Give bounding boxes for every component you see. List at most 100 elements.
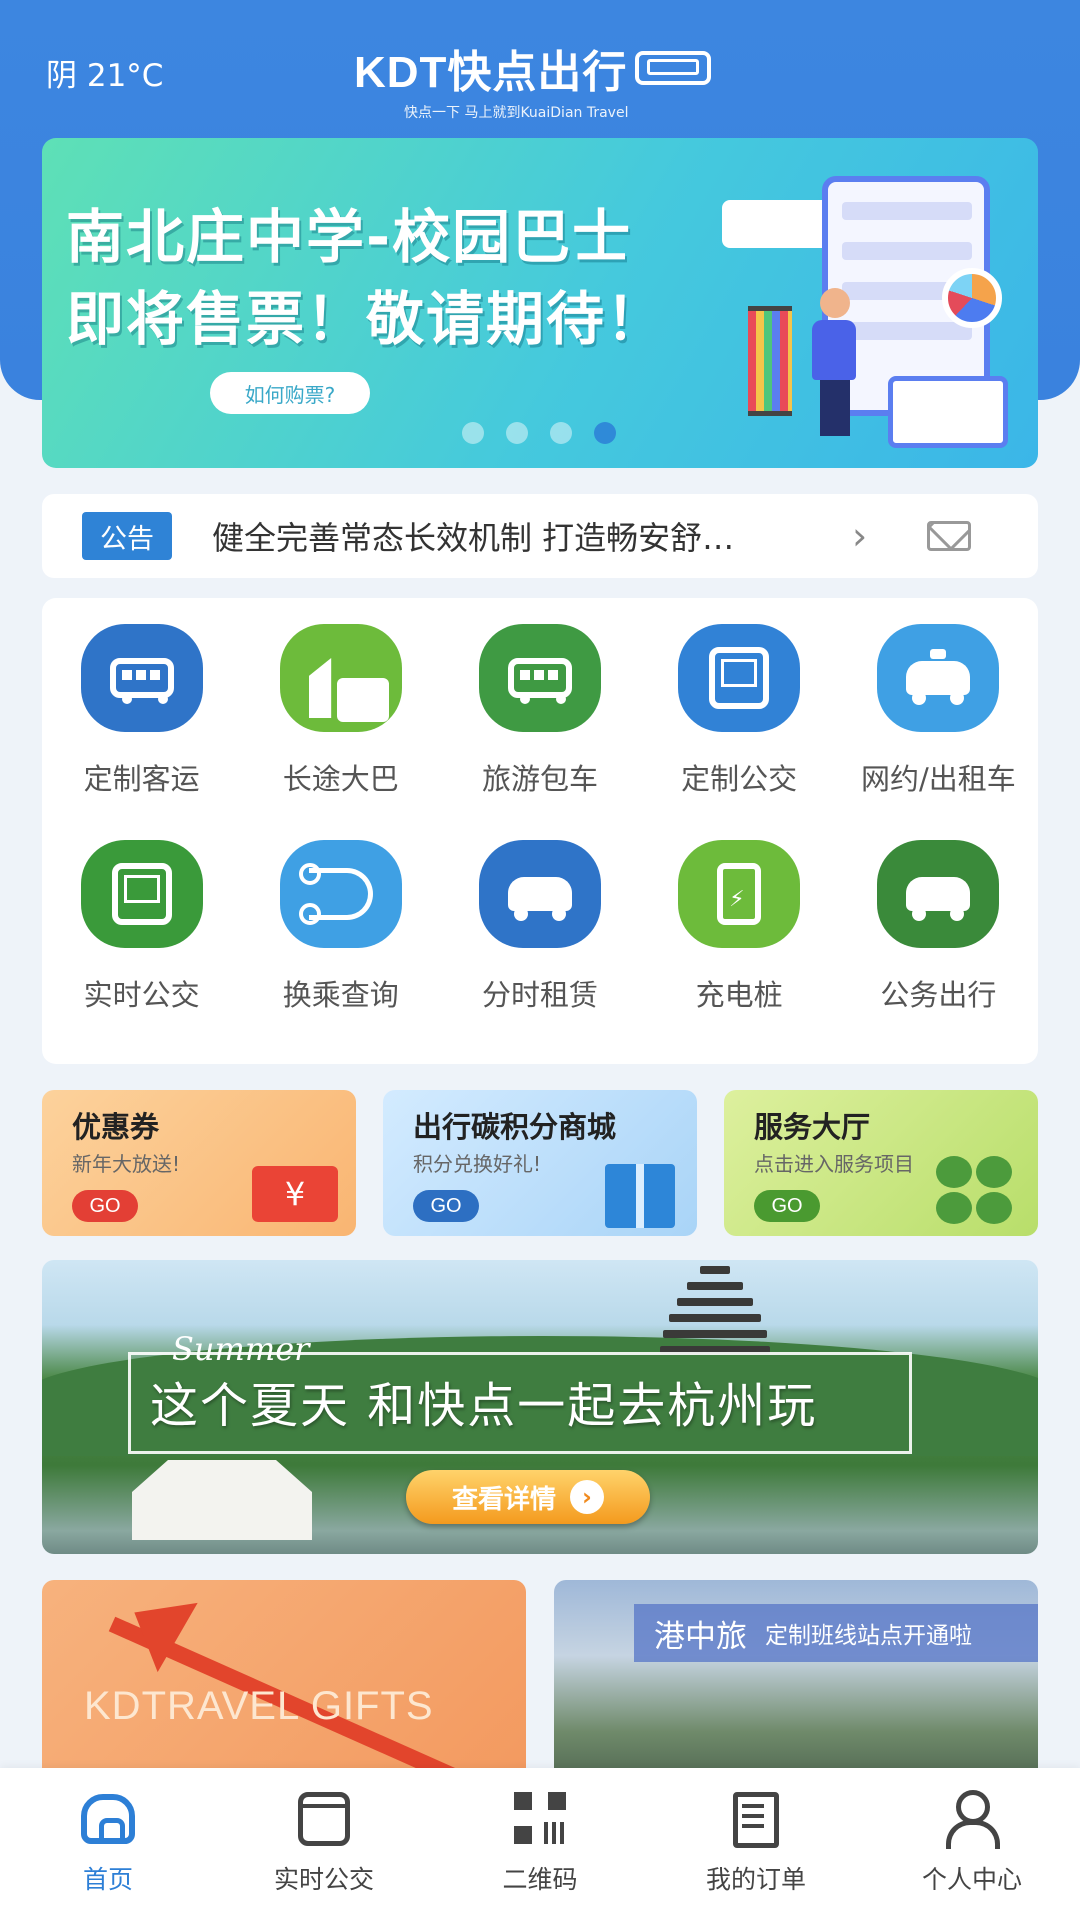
gift-icon <box>605 1164 675 1228</box>
chevron-right-icon[interactable]: › <box>852 514 867 558</box>
monitor-illustration <box>888 376 1008 448</box>
promo-title: 优惠券 <box>72 1110 160 1144</box>
service-custom-bus[interactable]: 定制公交 <box>640 624 839 798</box>
home-icon <box>78 1790 138 1848</box>
tab-label: 实时公交 <box>273 1865 374 1894</box>
taxi-icon <box>877 624 1000 732</box>
promo-banner-carousel[interactable]: 南北庄中学-校园巴士 即将售票！敬请期待！ 如何购票? <box>42 138 1038 468</box>
charter-bus-icon <box>478 624 601 732</box>
tab-label: 个人中心 <box>921 1865 1022 1894</box>
summer-headline: 这个夏天 和快点一起去杭州玩 <box>150 1378 818 1434</box>
charging-pile-icon <box>678 840 801 948</box>
city-bus-icon <box>279 624 402 732</box>
tab-label: 首页 <box>82 1865 133 1894</box>
realtime-bus-icon <box>80 840 203 948</box>
tab-label: 二维码 <box>502 1865 578 1894</box>
tab-label: 我的订单 <box>705 1865 806 1894</box>
carousel-dot[interactable] <box>462 422 484 444</box>
tab-realtime-bus[interactable]: 实时公交 <box>216 1768 432 1920</box>
houses-scenery <box>132 1460 312 1540</box>
promo-coupon-card[interactable]: 优惠券 新年大放送! GO ¥ <box>42 1090 356 1236</box>
service-label: 分时租赁 <box>481 978 598 1012</box>
person-illustration <box>812 288 858 438</box>
service-label: 换乘查询 <box>282 978 399 1012</box>
tab-home[interactable]: 首页 <box>0 1768 216 1920</box>
promo-carbon-mall-card[interactable]: 出行碳积分商城 积分兑换好礼! GO <box>383 1090 697 1236</box>
gangzhonglv-title: 港中旅 <box>654 1618 747 1655</box>
service-long-distance-bus[interactable]: 长途大巴 <box>241 624 440 798</box>
services-grid: 定制客运 长途大巴 旅游包车 定制公交 网约/出租车 实时公交 换乘查询 分时租… <box>42 624 1038 1014</box>
summer-hangzhou-banner[interactable]: Summer 这个夏天 和快点一起去杭州玩 查看详情 › <box>42 1260 1038 1554</box>
carousel-dot[interactable] <box>550 422 572 444</box>
user-icon <box>942 1790 1002 1848</box>
tab-my-orders[interactable]: 我的订单 <box>648 1768 864 1920</box>
gifts-card[interactable]: KDTRAVEL GIFTS <box>42 1580 526 1770</box>
service-car-rental[interactable]: 分时租赁 <box>440 840 639 1014</box>
banner-subheadline: 即将售票！敬请期待！ <box>66 285 667 353</box>
view-details-label: 查看详情 <box>451 1484 556 1515</box>
go-button[interactable]: GO <box>72 1190 138 1222</box>
logo-text: KDT快点出行 <box>354 48 628 97</box>
bottom-tab-bar: 首页 实时公交 二维码 我的订单 个人中心 <box>0 1768 1080 1920</box>
chevron-right-icon: › <box>570 1480 604 1514</box>
carousel-dot-active[interactable] <box>594 422 616 444</box>
promo-subtitle: 新年大放送! <box>72 1152 181 1176</box>
service-custom-passenger[interactable]: 定制客运 <box>42 624 241 798</box>
services-grid-card: 定制客运 长途大巴 旅游包车 定制公交 网约/出租车 实时公交 换乘查询 分时租… <box>42 598 1038 1064</box>
car-rental-icon <box>478 840 601 948</box>
service-label: 旅游包车 <box>481 762 598 796</box>
bus-icon <box>294 1790 354 1848</box>
qr-code-icon <box>510 1790 570 1848</box>
bus-icon <box>80 624 203 732</box>
promo-subtitle: 积分兑换好礼! <box>413 1152 542 1176</box>
service-label: 定制客运 <box>83 762 200 796</box>
promo-title: 服务大厅 <box>754 1110 871 1144</box>
order-icon <box>726 1790 786 1848</box>
carousel-dots <box>462 422 616 444</box>
tab-qr-code[interactable]: 二维码 <box>432 1768 648 1920</box>
notice-text[interactable]: 健全完善常态长效机制 打造畅安舒… <box>212 513 812 559</box>
gangzhonglv-subtitle: 定制班线站点开通啦 <box>765 1623 972 1649</box>
carousel-dot[interactable] <box>506 422 528 444</box>
pie-chart-illustration <box>942 268 1002 328</box>
service-label: 充电桩 <box>695 978 783 1012</box>
gangzhonglv-band: 港中旅 定制班线站点开通啦 <box>634 1604 1038 1662</box>
route-icon <box>279 840 402 948</box>
promo-service-hall-card[interactable]: 服务大厅 点击进入服务项目 GO <box>724 1090 1038 1236</box>
mail-icon[interactable] <box>927 521 972 551</box>
service-charging-pile[interactable]: 充电桩 <box>640 840 839 1014</box>
logo-slogan: 快点一下 马上就到KuaiDian Travel <box>404 105 629 121</box>
service-label: 定制公交 <box>681 762 798 796</box>
notice-tag: 公告 <box>82 512 172 560</box>
promo-title: 出行碳积分商城 <box>413 1110 617 1144</box>
service-label: 公务出行 <box>880 978 997 1012</box>
bookshelf-illustration <box>748 306 792 416</box>
pagoda-scenery <box>660 1266 770 1366</box>
service-taxi[interactable]: 网约/出租车 <box>839 624 1038 798</box>
service-tour-charter[interactable]: 旅游包车 <box>440 624 639 798</box>
service-label: 网约/出租车 <box>860 762 1016 796</box>
custom-bus-icon <box>678 624 801 732</box>
coupon-icon: ¥ <box>252 1166 338 1222</box>
service-realtime-bus[interactable]: 实时公交 <box>42 840 241 1014</box>
tab-profile[interactable]: 个人中心 <box>864 1768 1080 1920</box>
go-button[interactable]: GO <box>413 1190 479 1222</box>
gifts-card-text: KDTRAVEL GIFTS <box>84 1684 434 1728</box>
summer-script-text: Summer <box>172 1330 310 1368</box>
service-label: 实时公交 <box>83 978 200 1012</box>
bus-logo-icon <box>635 51 712 85</box>
go-button[interactable]: GO <box>754 1190 820 1222</box>
weather-label: 阴 21°C <box>46 58 164 94</box>
promo-subtitle: 点击进入服务项目 <box>754 1152 914 1176</box>
view-details-button[interactable]: 查看详情 › <box>406 1470 650 1524</box>
gangzhonglv-card[interactable]: 港中旅 定制班线站点开通啦 <box>554 1580 1038 1770</box>
banner-headline: 南北庄中学-校园巴士 <box>66 203 633 271</box>
service-official-travel[interactable]: 公务出行 <box>839 840 1038 1014</box>
service-transfer-query[interactable]: 换乘查询 <box>241 840 440 1014</box>
car-icon <box>877 840 1000 948</box>
how-to-buy-button[interactable]: 如何购票? <box>210 372 370 414</box>
service-label: 长途大巴 <box>282 762 399 796</box>
notice-bar[interactable]: 公告 健全完善常态长效机制 打造畅安舒… › <box>42 494 1038 578</box>
app-logo: KDT快点出行 快点一下 马上就到KuaiDian Travel <box>354 36 726 121</box>
clover-icon <box>936 1156 1016 1226</box>
